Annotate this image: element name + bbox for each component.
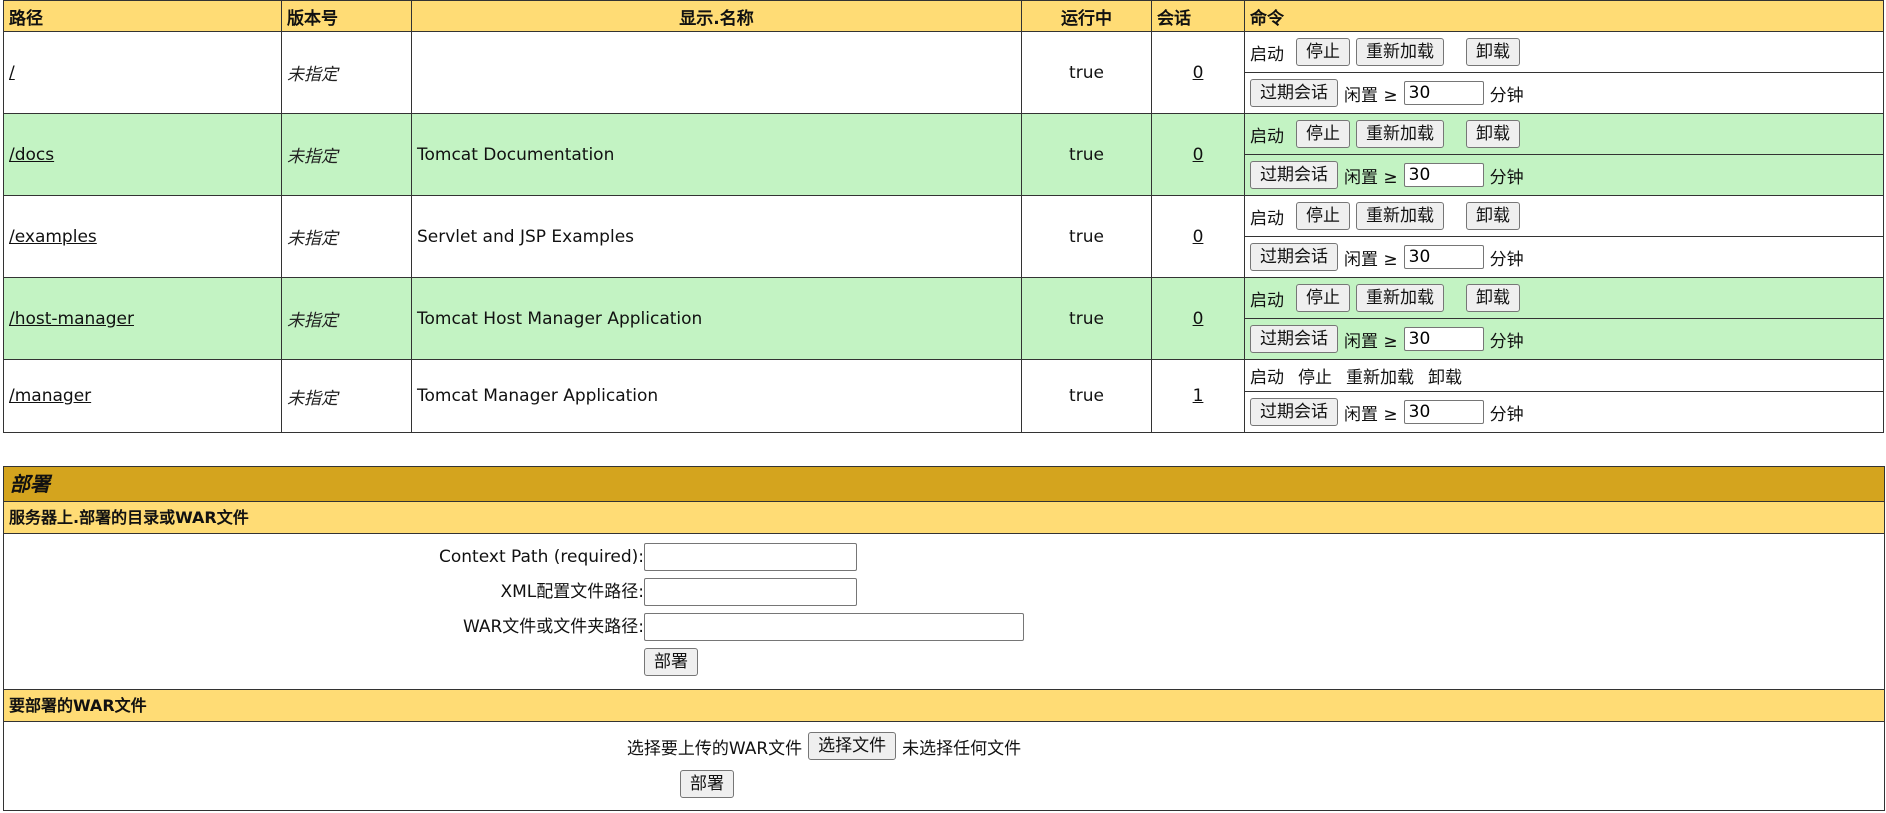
reload-label: 重新加载 <box>1346 368 1414 388</box>
stop-button[interactable]: 停止 <box>1296 284 1350 312</box>
app-version: 未指定 <box>281 359 412 433</box>
server-deploy-section-title: 服务器上.部署的目录或WAR文件 <box>4 502 1884 534</box>
app-running: true <box>1021 195 1152 278</box>
minutes-label: 分钟 <box>1489 167 1524 188</box>
table-row: /host-manager 未指定 Tomcat Host Manager Ap… <box>3 277 1884 360</box>
start-label: 启动 <box>1250 44 1284 65</box>
app-running: true <box>1021 31 1152 114</box>
app-display-name: Servlet and JSP Examples <box>411 195 1022 278</box>
applications-table: 路径 版本号 显示.名称 运行中 会话 命令 / 未指定 true 0 启动 停… <box>3 0 1884 433</box>
app-display-name <box>411 31 1022 114</box>
war-path-input[interactable] <box>644 613 1024 641</box>
minutes-label: 分钟 <box>1489 249 1524 270</box>
table-row: / 未指定 true 0 启动 停止 重新加载 卸载 <box>3 31 1884 114</box>
app-sessions-link[interactable]: 0 <box>1193 309 1204 329</box>
reload-button[interactable]: 重新加载 <box>1356 202 1444 230</box>
app-path-link[interactable]: /examples <box>9 227 97 247</box>
upload-war-section-title: 要部署的WAR文件 <box>4 690 1884 722</box>
reload-button[interactable]: 重新加载 <box>1356 38 1444 66</box>
idle-label: 闲置 ≥ <box>1344 249 1398 270</box>
expire-sessions-button[interactable]: 过期会话 <box>1250 398 1338 426</box>
server-deploy-form: Context Path (required): XML配置文件路径: WAR文… <box>4 534 1884 690</box>
app-running: true <box>1021 277 1152 360</box>
context-path-label: Context Path (required): <box>439 547 644 567</box>
header-path: 路径 <box>3 0 282 32</box>
stop-button[interactable]: 停止 <box>1296 38 1350 66</box>
app-display-name: Tomcat Host Manager Application <box>411 277 1022 360</box>
table-row: /examples 未指定 Servlet and JSP Examples t… <box>3 195 1884 278</box>
app-path-link[interactable]: /host-manager <box>9 309 134 329</box>
expire-sessions-button[interactable]: 过期会话 <box>1250 243 1338 271</box>
idle-label: 闲置 ≥ <box>1344 167 1398 188</box>
header-commands: 命令 <box>1244 0 1884 32</box>
app-version: 未指定 <box>281 31 412 114</box>
choose-file-button[interactable]: 选择文件 <box>808 732 897 760</box>
upload-deploy-button[interactable]: 部署 <box>680 770 734 798</box>
expire-sessions-button[interactable]: 过期会话 <box>1250 161 1338 189</box>
undeploy-button[interactable]: 卸载 <box>1466 38 1520 66</box>
undeploy-button[interactable]: 卸载 <box>1466 120 1520 148</box>
app-path-link[interactable]: /manager <box>9 386 91 406</box>
header-version: 版本号 <box>281 0 412 32</box>
app-sessions-link[interactable]: 1 <box>1193 386 1204 406</box>
idle-label: 闲置 ≥ <box>1344 85 1398 106</box>
stop-button[interactable]: 停止 <box>1296 202 1350 230</box>
app-display-name: Tomcat Manager Application <box>411 359 1022 433</box>
deploy-title: 部署 <box>4 467 1884 502</box>
idle-minutes-input[interactable] <box>1403 81 1484 105</box>
app-display-name: Tomcat Documentation <box>411 113 1022 196</box>
header-running: 运行中 <box>1021 0 1152 32</box>
idle-minutes-input[interactable] <box>1403 163 1484 187</box>
context-path-input[interactable] <box>644 543 857 571</box>
upload-war-label: 选择要上传的WAR文件 <box>626 738 803 759</box>
undeploy-label: 卸载 <box>1428 368 1462 388</box>
expire-sessions-button[interactable]: 过期会话 <box>1250 79 1338 107</box>
table-row: /docs 未指定 Tomcat Documentation true 0 启动… <box>3 113 1884 196</box>
idle-label: 闲置 ≥ <box>1344 404 1398 425</box>
upload-war-form: 选择要上传的WAR文件 选择文件 未选择任何文件 部署 <box>4 722 1884 810</box>
undeploy-button[interactable]: 卸载 <box>1466 284 1520 312</box>
minutes-label: 分钟 <box>1489 404 1524 425</box>
app-version: 未指定 <box>281 195 412 278</box>
app-sessions-link[interactable]: 0 <box>1193 145 1204 165</box>
stop-button[interactable]: 停止 <box>1296 120 1350 148</box>
minutes-label: 分钟 <box>1489 331 1524 352</box>
app-path-link[interactable]: /docs <box>9 145 54 165</box>
reload-button[interactable]: 重新加载 <box>1356 120 1444 148</box>
idle-label: 闲置 ≥ <box>1344 331 1398 352</box>
xml-config-path-input[interactable] <box>644 578 857 606</box>
table-header-row: 路径 版本号 显示.名称 运行中 会话 命令 <box>3 0 1884 32</box>
idle-minutes-input[interactable] <box>1403 245 1484 269</box>
app-running: true <box>1021 113 1152 196</box>
start-label: 启动 <box>1250 368 1284 388</box>
deploy-button[interactable]: 部署 <box>644 648 698 676</box>
table-row: /manager 未指定 Tomcat Manager Application … <box>3 359 1884 433</box>
reload-button[interactable]: 重新加载 <box>1356 284 1444 312</box>
no-file-chosen-text: 未选择任何文件 <box>902 738 1022 759</box>
minutes-label: 分钟 <box>1489 85 1524 106</box>
deploy-panel: 部署 服务器上.部署的目录或WAR文件 Context Path (requir… <box>3 466 1885 811</box>
stop-label: 停止 <box>1298 368 1332 388</box>
header-sessions: 会话 <box>1151 0 1245 32</box>
start-label: 启动 <box>1250 208 1284 229</box>
app-running: true <box>1021 359 1152 433</box>
start-label: 启动 <box>1250 126 1284 147</box>
app-version: 未指定 <box>281 277 412 360</box>
expire-sessions-button[interactable]: 过期会话 <box>1250 325 1338 353</box>
app-sessions-link[interactable]: 0 <box>1193 63 1204 83</box>
app-sessions-link[interactable]: 0 <box>1193 227 1204 247</box>
xml-path-label: XML配置文件路径: <box>500 582 644 602</box>
start-label: 启动 <box>1250 290 1284 311</box>
war-path-label: WAR文件或文件夹路径: <box>462 617 644 637</box>
idle-minutes-input[interactable] <box>1403 400 1484 424</box>
header-display-name: 显示.名称 <box>411 0 1022 32</box>
idle-minutes-input[interactable] <box>1403 327 1484 351</box>
app-path-link[interactable]: / <box>9 63 15 83</box>
undeploy-button[interactable]: 卸载 <box>1466 202 1520 230</box>
app-version: 未指定 <box>281 113 412 196</box>
